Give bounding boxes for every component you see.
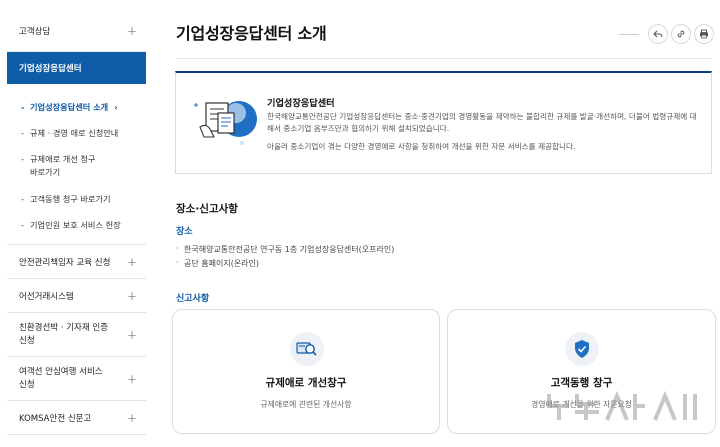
plus-icon: +	[126, 288, 137, 303]
location-item: 공단 홈페이지(온라인)	[176, 258, 259, 269]
sidebar-item-eco-vessel-cert[interactable]: 친환경선박 · 기자재 인증 신청 +	[7, 313, 146, 358]
plus-icon: +	[126, 23, 137, 38]
document-illustration-icon	[194, 101, 257, 145]
submenu-item-label: 기업민원 보호 서비스 헌장	[30, 220, 121, 231]
submenu-item-application-guide[interactable]: - 규제 · 경영 애로 신청안내	[7, 120, 146, 146]
card-icon-wrap	[565, 332, 599, 366]
card-description: 규제애로에 관련된 개선사항	[260, 400, 352, 409]
sidebar-item-label: 여객선 안심여행 서비스 신청	[19, 367, 103, 390]
share-icon	[653, 30, 663, 38]
watermark-logo	[547, 390, 697, 421]
subheading-location: 장소	[176, 227, 193, 237]
sidebar-item-label: 어선거래시스템	[19, 291, 74, 302]
current-marker: -	[21, 102, 25, 112]
card-title: 규제애로 개선창구	[265, 377, 347, 389]
plus-icon: +	[126, 327, 137, 342]
sidebar-item-fishing-vessel-trade[interactable]: 어선거래시스템 +	[7, 279, 146, 314]
submenu-item-label: 기업성장응답센터 소개	[30, 102, 109, 112]
sidebar-item-label: 안전관리책임자 교육 신청	[19, 257, 111, 268]
list-marker: -	[21, 128, 24, 139]
card-title: 고객동행 창구	[550, 377, 613, 389]
intro-description-extra: 아울러 중소기업이 겪는 다양한 경영애로 사항을 청취하여 개선을 위한 자문…	[267, 142, 576, 151]
sidebar-submenu: - 기업성장응답센터 소개 › - 규제 · 경영 애로 신청안내 - 규제애로…	[7, 84, 146, 246]
submenu-item-intro[interactable]: - 기업성장응답센터 소개 ›	[7, 94, 146, 120]
plus-icon: +	[126, 410, 137, 425]
submenu-item-label: 규제애로 개선 청구 바로가기	[30, 153, 96, 178]
sidebar-item-customer-consult[interactable]: 고객상담 +	[7, 10, 146, 52]
submenu-item-label: 고객동행 청구 바로가기	[30, 193, 111, 204]
submenu-item-charter[interactable]: - 기업민원 보호 서비스 헌장	[7, 212, 146, 238]
submenu-item-customer-request[interactable]: - 고객동행 청구 바로가기	[7, 186, 146, 212]
link-icon	[677, 30, 685, 38]
sidebar-item-passenger-safe-travel[interactable]: 여객선 안심여행 서비스 신청 +	[7, 357, 146, 402]
list-marker: -	[21, 153, 24, 164]
sidebar-item-label: 친환경선박 · 기자재 인증 신청	[19, 323, 109, 346]
intro-box: 기업성장응답센터 한국해양교통안전공단 기업성장응답센터는 중소·중견기업의 경…	[175, 71, 712, 174]
section-title-location-report: 장소·신고사항	[176, 203, 238, 215]
shield-check-icon	[575, 340, 589, 358]
search-document-icon	[296, 342, 317, 356]
sidebar-item-safety-report[interactable]: KOMSA안전 신문고 +	[7, 401, 146, 436]
header-divider	[176, 58, 712, 59]
divider	[619, 34, 639, 35]
list-marker: -	[21, 220, 24, 231]
sidebar-item-label: 고객상담	[19, 26, 51, 37]
print-icon	[700, 29, 708, 39]
plus-icon: +	[126, 371, 137, 386]
page-title: 기업성장응답센터 소개	[176, 24, 327, 43]
sidebar-item-safety-education[interactable]: 안전관리책임자 교육 신청 +	[7, 245, 146, 280]
chevron-right-icon: ›	[114, 102, 118, 112]
list-marker: -	[21, 193, 24, 204]
print-button[interactable]	[694, 24, 714, 44]
sidebar-item-label: KOMSA안전 신문고	[19, 413, 92, 424]
intro-title: 기업성장응답센터	[267, 98, 335, 109]
sidebar-item-label: 기업성장응답센터	[19, 64, 82, 74]
sidebar: 고객상담 + 기업성장응답센터 - 기업성장응답센터 소개 › - 규제 · 경…	[7, 10, 146, 436]
share-button[interactable]	[648, 24, 668, 44]
intro-description: 한국해양교통안전공단 기업성장응답센터는 중소·중견기업의 경영활동을 제약하는…	[267, 112, 697, 134]
submenu-item-regulation-request[interactable]: - 규제애로 개선 청구 바로가기	[7, 147, 146, 186]
location-item: 한국해양교통안전공단 연구동 1층 기업성장응답센터(오프라인)	[176, 244, 394, 255]
regulation-request-card[interactable]: 규제애로 개선창구 규제애로에 관련된 개선사항	[172, 309, 440, 434]
submenu-item-label: 규제 · 경영 애로 신청안내	[30, 128, 119, 139]
plus-icon: +	[126, 254, 137, 269]
subheading-report: 신고사항	[176, 294, 210, 304]
card-icon-wrap	[290, 332, 324, 366]
sidebar-item-growth-center[interactable]: 기업성장응답센터	[7, 52, 146, 84]
copy-link-button[interactable]	[671, 24, 691, 44]
